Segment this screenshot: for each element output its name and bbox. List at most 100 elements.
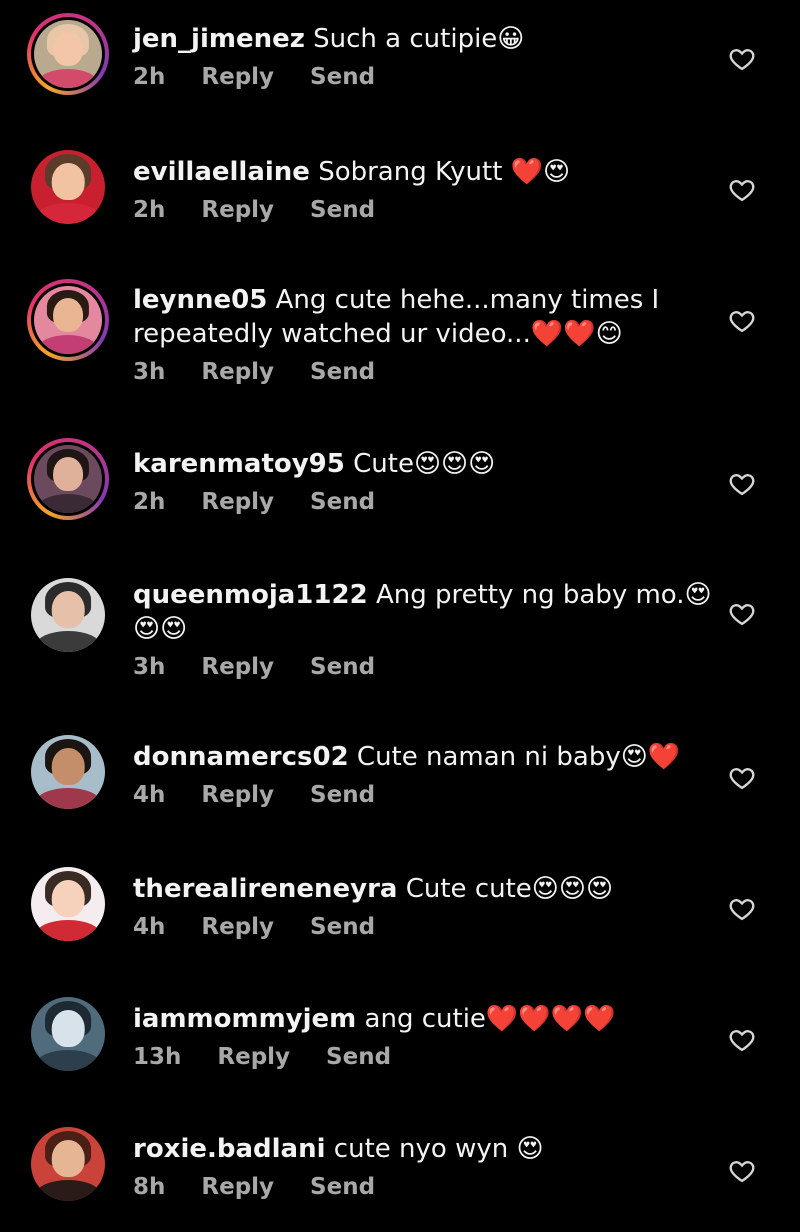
comment-message: ang cutie bbox=[364, 1004, 486, 1034]
avatar[interactable] bbox=[27, 438, 109, 520]
reply-button[interactable]: Reply bbox=[201, 1174, 274, 1200]
username-link[interactable]: iammommyjem bbox=[133, 1004, 356, 1034]
comment-text: donnamercs02 Cute naman ni baby😍❤️ bbox=[133, 740, 693, 774]
reply-button[interactable]: Reply bbox=[201, 654, 274, 680]
comment-meta: 2h Reply Send bbox=[133, 489, 693, 515]
comment-meta: 8h Reply Send bbox=[133, 1174, 693, 1200]
avatar[interactable] bbox=[27, 574, 109, 656]
like-heart-icon[interactable] bbox=[728, 1026, 756, 1054]
comment-message: Cute cute bbox=[405, 874, 532, 904]
comment-emojis-continued: ❤️❤️😊 bbox=[530, 319, 623, 349]
comment-row: iammommyjem ang cutie❤️❤️❤️❤️ 13h Reply Sen… bbox=[0, 990, 800, 1078]
like-heart-icon[interactable] bbox=[728, 600, 756, 628]
comment-time: 3h bbox=[133, 359, 166, 385]
avatar[interactable] bbox=[27, 279, 109, 361]
like-heart-icon[interactable] bbox=[728, 45, 756, 73]
comment-message: Sobrang Kyutt bbox=[318, 157, 511, 187]
avatar-photo bbox=[34, 20, 102, 88]
reply-button[interactable]: Reply bbox=[201, 64, 274, 90]
comment-text: iammommyjem ang cutie❤️❤️❤️❤️ bbox=[133, 1002, 693, 1036]
comment-time: 2h bbox=[133, 489, 166, 515]
comment-text: jen_jimenez Such a cutipie😀 bbox=[133, 22, 693, 56]
comment-row: leynne05 Ang cute hehe...many times Irep… bbox=[0, 271, 800, 389]
send-button[interactable]: Send bbox=[310, 1174, 375, 1200]
send-button[interactable]: Send bbox=[310, 359, 375, 385]
avatar[interactable] bbox=[27, 993, 109, 1075]
comment-message: Such a cutipie bbox=[313, 24, 498, 54]
comment-row: jen_jimenez Such a cutipie😀 2h Reply Send bbox=[0, 10, 800, 98]
comment-message: Ang pretty ng baby mo. bbox=[375, 580, 685, 610]
like-heart-icon[interactable] bbox=[728, 470, 756, 498]
comment-meta: 3h Reply Send bbox=[133, 359, 693, 385]
comment-text: evillaellaine Sobrang Kyutt ❤️😍 bbox=[133, 155, 693, 189]
send-button[interactable]: Send bbox=[310, 782, 375, 808]
comment-row: therealireneneyra Cute cute😍😍😍 4h Reply Sen… bbox=[0, 860, 800, 948]
send-button[interactable]: Send bbox=[310, 654, 375, 680]
avatar[interactable] bbox=[27, 863, 109, 945]
reply-button[interactable]: Reply bbox=[201, 197, 274, 223]
comment-emojis: ❤️❤️❤️❤️ bbox=[485, 1004, 616, 1034]
comment-time: 4h bbox=[133, 914, 166, 940]
avatar[interactable] bbox=[27, 1123, 109, 1205]
comment-message: Cute bbox=[353, 449, 414, 479]
avatar[interactable] bbox=[27, 731, 109, 813]
comment-row: evillaellaine Sobrang Kyutt ❤️😍 2h Reply Se… bbox=[0, 143, 800, 231]
reply-button[interactable]: Reply bbox=[201, 489, 274, 515]
comment-emojis: 😍😍😍 bbox=[413, 449, 496, 479]
comment-emojis: 😀 bbox=[497, 24, 525, 54]
reply-button[interactable]: Reply bbox=[201, 914, 274, 940]
like-heart-icon[interactable] bbox=[728, 1157, 756, 1185]
comment-row: karenmatoy95 Cute😍😍😍 2h Reply Send bbox=[0, 435, 800, 523]
reply-button[interactable]: Reply bbox=[201, 782, 274, 808]
comment-meta: 2h Reply Send bbox=[133, 64, 693, 90]
comment-text: queenmoja1122 Ang pretty ng baby mo.😍 bbox=[133, 578, 712, 612]
avatar-photo bbox=[34, 286, 102, 354]
comment-row: roxie.badlani cute nyo wyn 😍 8h Reply Send bbox=[0, 1120, 800, 1208]
send-button[interactable]: Send bbox=[310, 489, 375, 515]
avatar-photo bbox=[31, 867, 105, 941]
avatar-photo bbox=[31, 578, 105, 652]
comment-row: queenmoja1122 Ang pretty ng baby mo.😍 😍😍 3… bbox=[0, 566, 800, 684]
comment-text: roxie.badlani cute nyo wyn 😍 bbox=[133, 1132, 693, 1166]
comment-time: 2h bbox=[133, 197, 166, 223]
username-link[interactable]: jen_jimenez bbox=[133, 24, 305, 54]
username-link[interactable]: leynne05 bbox=[133, 285, 267, 315]
username-link[interactable]: evillaellaine bbox=[133, 157, 310, 187]
comment-message: Ang cute hehe...many times I bbox=[275, 285, 660, 315]
username-link[interactable]: roxie.badlani bbox=[133, 1134, 326, 1164]
username-link[interactable]: donnamercs02 bbox=[133, 742, 349, 772]
like-heart-icon[interactable] bbox=[728, 307, 756, 335]
comment-time: 13h bbox=[133, 1044, 182, 1070]
send-button[interactable]: Send bbox=[310, 197, 375, 223]
avatar-photo bbox=[31, 150, 105, 224]
comment-meta: 2h Reply Send bbox=[133, 197, 693, 223]
username-link[interactable]: queenmoja1122 bbox=[133, 580, 368, 610]
comment-message: Cute naman ni baby bbox=[356, 742, 621, 772]
reply-button[interactable]: Reply bbox=[201, 359, 274, 385]
avatar-photo bbox=[31, 735, 105, 809]
comment-text: therealireneneyra Cute cute😍😍😍 bbox=[133, 872, 693, 906]
like-heart-icon[interactable] bbox=[728, 764, 756, 792]
comment-meta: 4h Reply Send bbox=[133, 914, 693, 940]
avatar-photo bbox=[34, 445, 102, 513]
send-button[interactable]: Send bbox=[310, 64, 375, 90]
comment-emojis: 😍😍😍 bbox=[531, 874, 614, 904]
username-link[interactable]: karenmatoy95 bbox=[133, 449, 345, 479]
avatar[interactable] bbox=[27, 146, 109, 228]
comment-meta: 3h Reply Send bbox=[133, 654, 693, 680]
comment-row: donnamercs02 Cute naman ni baby😍❤️ 4h Repl… bbox=[0, 728, 800, 816]
username-link[interactable]: therealireneneyra bbox=[133, 874, 397, 904]
like-heart-icon[interactable] bbox=[728, 176, 756, 204]
comment-message: cute nyo wyn bbox=[333, 1134, 517, 1164]
like-heart-icon[interactable] bbox=[728, 895, 756, 923]
comment-emojis: 😍 bbox=[516, 1134, 544, 1164]
comment-time: 3h bbox=[133, 654, 166, 680]
avatar[interactable] bbox=[27, 13, 109, 95]
comment-meta: 4h Reply Send bbox=[133, 782, 693, 808]
send-button[interactable]: Send bbox=[310, 914, 375, 940]
reply-button[interactable]: Reply bbox=[217, 1044, 290, 1070]
avatar-photo bbox=[31, 997, 105, 1071]
send-button[interactable]: Send bbox=[326, 1044, 391, 1070]
comment-time: 4h bbox=[133, 782, 166, 808]
comment-text-continued: repeatedly watched ur video...❤️❤️😊 bbox=[133, 317, 693, 351]
